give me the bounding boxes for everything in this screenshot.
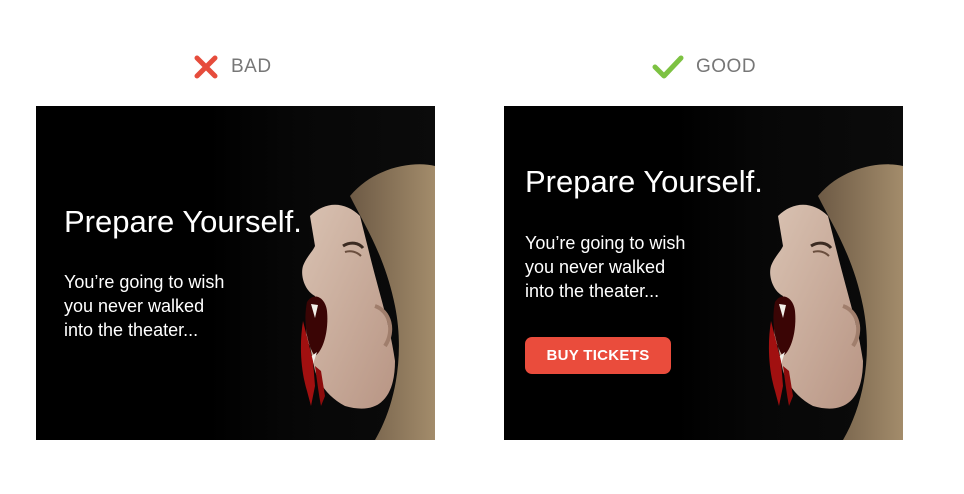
buy-tickets-button[interactable]: BUY TICKETS bbox=[525, 337, 671, 374]
ad-good: Prepare Yourself. You’re going to wish y… bbox=[504, 106, 903, 440]
ad-body-line: you never walked bbox=[64, 296, 205, 316]
ad-headline: Prepare Yourself. bbox=[525, 164, 763, 199]
ad-body-text: You’re going to wish you never walked in… bbox=[64, 270, 264, 342]
ad-body-line: You’re going to wish bbox=[525, 233, 686, 253]
ad-body-line: into the theater... bbox=[64, 320, 199, 340]
checkmark-icon bbox=[652, 55, 684, 79]
verdict-bad-label: BAD bbox=[231, 56, 272, 77]
ad-body-line: you never walked bbox=[525, 257, 666, 277]
ad-body-line: You’re going to wish bbox=[64, 272, 225, 292]
verdict-good-label: GOOD bbox=[696, 56, 757, 77]
ad-headline: Prepare Yourself. bbox=[64, 204, 302, 239]
vampire-face-image bbox=[300, 164, 435, 440]
ad-body-line: into the theater... bbox=[525, 281, 660, 301]
verdict-bad: BAD bbox=[193, 53, 272, 81]
ad-bad: Prepare Yourself. You’re going to wish y… bbox=[36, 106, 435, 440]
ad-body-text: You’re going to wish you never walked in… bbox=[525, 231, 725, 303]
cross-icon bbox=[194, 55, 218, 79]
verdict-good: GOOD bbox=[652, 53, 756, 81]
vampire-face-image bbox=[768, 164, 903, 440]
